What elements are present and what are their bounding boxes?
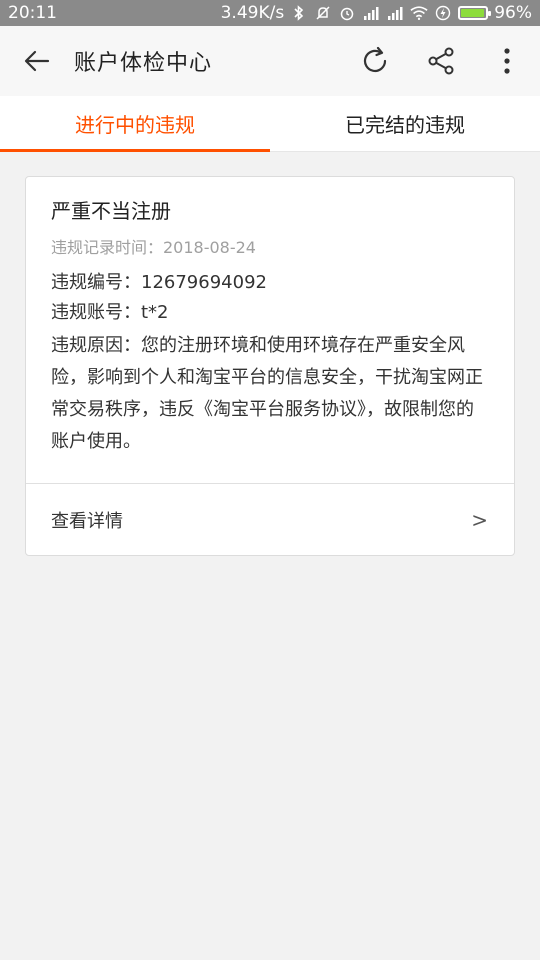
violation-number: 违规编号：12679694092 xyxy=(51,268,490,298)
violation-number-value: 12679694092 xyxy=(141,272,267,293)
battery-percent: 96% xyxy=(494,3,532,23)
view-details-label: 查看详情 xyxy=(51,511,123,532)
wifi-icon xyxy=(410,5,428,21)
chevron-right-icon: > xyxy=(471,508,488,532)
network-speed: 3.49K/s xyxy=(220,3,285,23)
battery-icon xyxy=(458,6,492,20)
page-title: 账户体检中心 xyxy=(74,51,213,76)
more-vertical-icon xyxy=(504,48,510,74)
view-details-row[interactable]: 查看详情 > xyxy=(26,484,514,556)
status-time: 20:11 xyxy=(8,3,57,23)
refresh-icon xyxy=(363,46,387,73)
record-time: 违规记录时间：2018-08-24 xyxy=(51,238,256,257)
refresh-button[interactable] xyxy=(342,26,408,96)
share-button[interactable] xyxy=(408,26,474,96)
back-button[interactable] xyxy=(0,26,74,96)
violation-card: 严重不当注册 违规记录时间：2018-08-24 违规编号：1267969409… xyxy=(25,176,515,556)
violation-title: 严重不当注册 xyxy=(51,199,171,223)
more-button[interactable] xyxy=(474,26,540,96)
tab-ongoing-violations[interactable]: 进行中的违规 xyxy=(0,96,270,152)
status-icons: 3.49K/s 96% xyxy=(221,3,532,23)
app-header: 账户体检中心 xyxy=(0,26,540,96)
share-icon xyxy=(428,47,454,75)
violation-reason-label: 违规原因： xyxy=(51,335,141,356)
violation-tabs: 进行中的违规 已完结的违规 xyxy=(0,96,540,152)
bluetooth-icon xyxy=(290,5,308,21)
status-bar: 20:11 3.49K/s 96% xyxy=(0,0,540,26)
charging-icon xyxy=(434,5,452,21)
tab-closed-violations[interactable]: 已完结的违规 xyxy=(270,96,540,151)
alarm-icon xyxy=(338,5,356,21)
header-actions xyxy=(342,26,540,96)
violation-account-label: 违规账号： xyxy=(51,302,141,323)
signal-icon xyxy=(362,5,380,21)
arrow-left-icon xyxy=(24,50,50,72)
signal-icon xyxy=(386,5,404,21)
mute-icon xyxy=(314,5,332,21)
card-body: 严重不当注册 违规记录时间：2018-08-24 违规编号：1267969409… xyxy=(26,177,514,483)
violation-account: 违规账号：t*2 xyxy=(51,298,490,328)
battery-fill xyxy=(461,9,485,17)
violation-reason: 违规原因：您的注册环境和使用环境存在严重安全风险，影响到个人和淘宝平台的信息安全… xyxy=(51,330,490,458)
violation-number-label: 违规编号： xyxy=(51,272,141,293)
violation-account-value: t*2 xyxy=(141,302,169,323)
